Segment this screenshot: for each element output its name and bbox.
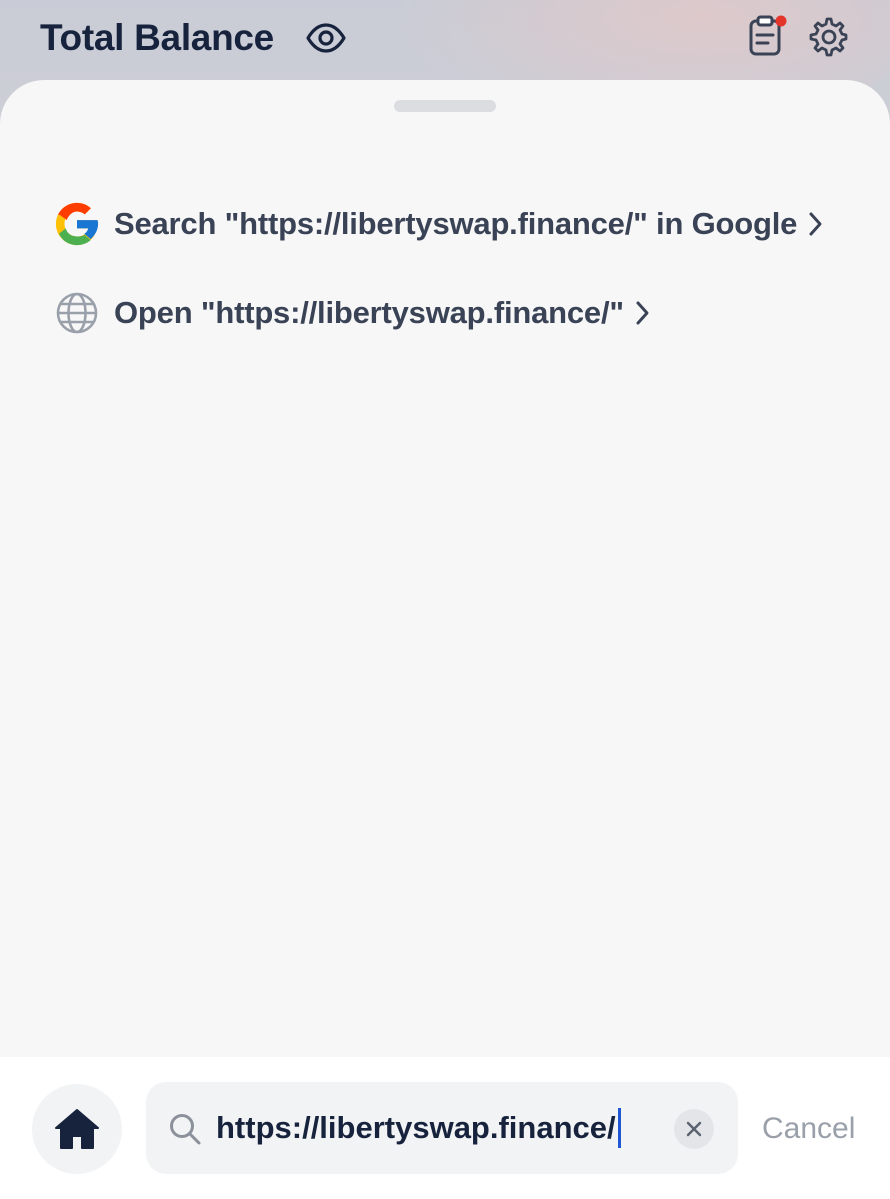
- suggestion-label: Open "https://libertyswap.finance/": [114, 295, 624, 330]
- clear-search-button[interactable]: [674, 1109, 714, 1149]
- home-icon: [55, 1109, 99, 1149]
- sheet-grabber[interactable]: [394, 100, 496, 112]
- cancel-button[interactable]: Cancel: [762, 1109, 855, 1149]
- home-button[interactable]: [32, 1084, 122, 1174]
- google-icon: [55, 202, 99, 246]
- search-input-value: https://libertyswap.finance/: [216, 1110, 616, 1145]
- bottom-bar: https://libertyswap.finance/ Cancel: [0, 1057, 890, 1199]
- page-title: Total Balance: [40, 17, 274, 58]
- clipboard-icon[interactable]: [746, 14, 790, 58]
- eye-icon[interactable]: [306, 22, 346, 54]
- text-caret: [617, 1108, 621, 1148]
- gear-icon[interactable]: [808, 16, 850, 58]
- chevron-right-icon: [636, 301, 649, 325]
- notification-dot: [775, 15, 787, 27]
- header: Total Balance: [0, 0, 890, 80]
- suggestion-label: Search "https://libertyswap.finance/" in…: [114, 206, 798, 241]
- suggestion-open-url[interactable]: Open "https://libertyswap.finance/": [54, 289, 652, 337]
- screen: Total Balance Search "https://libertyswa…: [0, 0, 890, 1199]
- close-icon: [686, 1121, 702, 1137]
- suggestion-search-google[interactable]: Search "https://libertyswap.finance/" in…: [54, 200, 825, 248]
- search-sheet: Search "https://libertyswap.finance/" in…: [0, 80, 890, 1199]
- chevron-right-icon: [809, 212, 822, 236]
- globe-icon: [56, 292, 98, 334]
- search-bar[interactable]: https://libertyswap.finance/: [146, 1082, 738, 1174]
- search-icon: [170, 1114, 201, 1145]
- search-input[interactable]: https://libertyswap.finance/: [216, 1100, 646, 1156]
